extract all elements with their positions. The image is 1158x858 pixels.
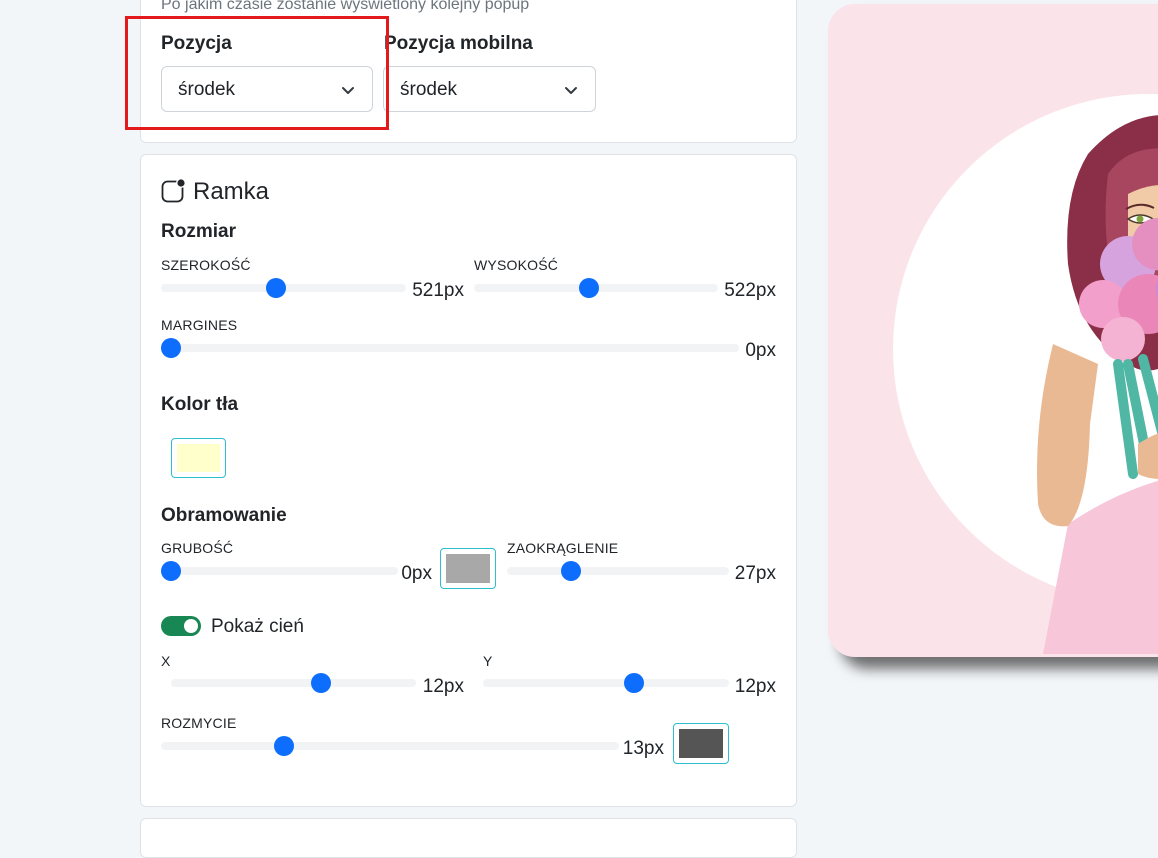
shadow-y-value: 12px	[734, 676, 776, 697]
frame-title: Ramka	[193, 178, 270, 205]
shadow-color-picker[interactable]	[673, 723, 729, 764]
radius-slider-thumb[interactable]	[561, 561, 581, 581]
shadow-toggle[interactable]	[161, 616, 201, 636]
margin-value: 0px	[745, 340, 776, 361]
blur-slider-thumb[interactable]	[274, 736, 294, 756]
background-color-heading: Kolor tła	[161, 394, 239, 415]
background-color-picker[interactable]	[171, 438, 226, 478]
mobile-position-label: Pozycja mobilna	[384, 33, 533, 54]
shadow-x-label: X	[161, 653, 171, 669]
blur-value: 13px	[622, 738, 664, 759]
highlight-box	[125, 16, 389, 130]
radius-slider-track[interactable]	[507, 567, 729, 575]
shadow-y-slider-thumb[interactable]	[624, 673, 644, 693]
thickness-label: GRUBOŚĆ	[161, 540, 234, 556]
margin-label: MARGINES	[161, 317, 238, 333]
thickness-slider-track[interactable]	[161, 567, 398, 575]
background-color-swatch	[177, 444, 220, 472]
height-slider-thumb[interactable]	[579, 278, 599, 298]
border-color-picker[interactable]	[440, 548, 496, 589]
radius-value: 27px	[734, 563, 776, 584]
shadow-y-label: Y	[483, 653, 493, 669]
toggle-knob	[184, 619, 198, 633]
shadow-x-slider-thumb[interactable]	[311, 673, 331, 693]
width-value: 521px	[412, 280, 464, 301]
frame-icon	[161, 179, 186, 203]
popup-interval-hint: Po jakim czasie zostanie wyświetlony kol…	[161, 0, 530, 13]
border-heading: Obramowanie	[161, 505, 287, 526]
mobile-position-select-value: środek	[400, 79, 458, 100]
shadow-toggle-label: Pokaż cień	[211, 616, 304, 637]
shadow-x-value: 12px	[422, 676, 464, 697]
blur-label: ROZMYCIE	[161, 715, 237, 731]
radius-label: ZAOKRĄGLENIE	[507, 540, 619, 556]
shadow-y-slider-track[interactable]	[483, 679, 729, 687]
size-heading: Rozmiar	[161, 221, 236, 242]
margin-slider-track[interactable]	[161, 344, 739, 352]
frame-card	[140, 154, 797, 807]
thickness-value: 0px	[401, 563, 432, 584]
blur-slider-track[interactable]	[161, 742, 619, 750]
border-color-swatch	[446, 554, 490, 583]
shadow-color-swatch	[679, 729, 723, 758]
chevron-down-icon	[565, 87, 577, 94]
thickness-slider-thumb[interactable]	[161, 561, 181, 581]
width-label: SZEROKOŚĆ	[161, 257, 251, 273]
popup-preview	[828, 4, 1158, 657]
margin-slider-thumb[interactable]	[161, 338, 181, 358]
width-slider-thumb[interactable]	[266, 278, 286, 298]
height-value: 522px	[724, 280, 776, 301]
mobile-position-select[interactable]: środek	[383, 66, 596, 112]
shadow-x-slider-track[interactable]	[171, 679, 416, 687]
height-label: WYSOKOŚĆ	[474, 257, 559, 273]
woman-with-flowers-illustration	[893, 94, 1158, 654]
next-card	[140, 818, 797, 858]
